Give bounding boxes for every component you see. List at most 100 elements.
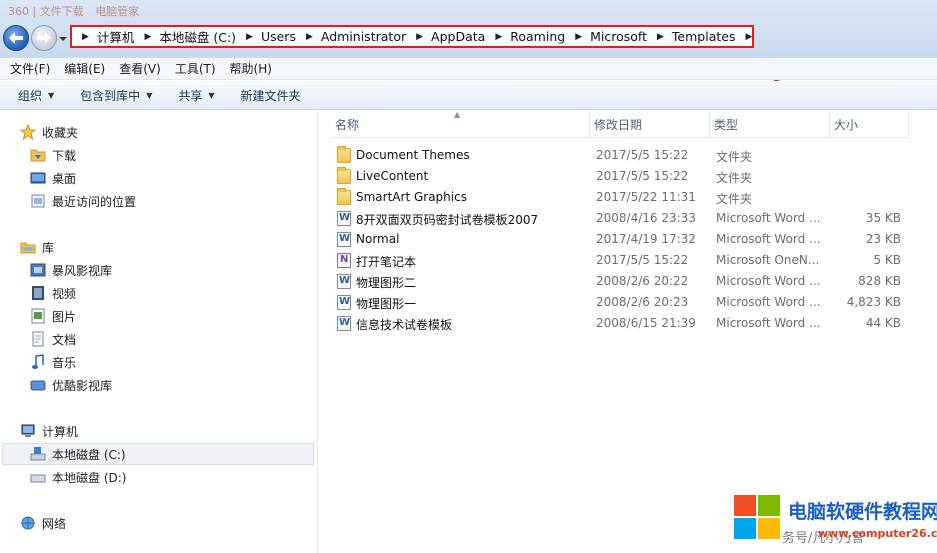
breadcrumb-appdata[interactable]: AppData ▶ [431, 29, 510, 44]
file-row[interactable]: 8开双面双页码密封试卷模板2007 2008/4/16 23:33 Micros… [331, 208, 909, 229]
organize-label: 组织 [18, 88, 43, 103]
breadcrumb-root-arrow[interactable]: ▶ [82, 32, 89, 42]
menu-tools[interactable]: 工具(T) [175, 60, 216, 77]
chevron-down-icon: ▼ [146, 90, 153, 100]
column-label: 大小 [834, 118, 859, 132]
file-row[interactable]: 物理图形一 2008/2/6 20:23 Microsoft Word ... … [331, 292, 909, 313]
file-name: 物理图形一 [356, 297, 417, 311]
breadcrumb-arrow[interactable]: ▶ [416, 32, 423, 42]
nav-videos[interactable]: 视频 [30, 283, 76, 303]
column-size[interactable]: 大小 [830, 111, 909, 138]
window-title: 360 | 文件下载 电脑管家 [8, 3, 147, 19]
file-name: 8开双面双页码密封试卷模板2007 [356, 213, 539, 227]
nav-documents[interactable]: 文档 [30, 329, 76, 349]
nav-label: 优酷影视库 [52, 378, 113, 393]
new-folder-button[interactable]: 新建文件夹 [241, 87, 301, 104]
breadcrumb-arrow[interactable]: ▶ [495, 32, 502, 42]
column-date-modified[interactable]: 修改日期 [590, 111, 710, 138]
file-size: 44 KB [865, 316, 901, 330]
file-name: SmartArt Graphics [356, 190, 467, 204]
menu-file[interactable]: 文件(F) [10, 60, 50, 77]
nav-storm-library[interactable]: 暴风影视库 [30, 260, 112, 280]
forward-button[interactable] [31, 25, 57, 51]
nav-drive-d[interactable]: 本地磁盘 (D:) [30, 467, 126, 487]
file-date: 2017/5/5 15:22 [596, 169, 689, 183]
drive-icon [30, 474, 46, 483]
title-fragment: 360 | 文件下载 [8, 5, 84, 18]
breadcrumb-label: AppData [431, 29, 486, 44]
nav-libraries[interactable]: 库 [20, 237, 54, 257]
file-type: 文件夹 [716, 171, 753, 185]
menu-edit[interactable]: 编辑(E) [64, 60, 105, 77]
nav-computer[interactable]: 计算机 [20, 421, 78, 441]
nav-desktop[interactable]: 桌面 [30, 168, 76, 188]
file-row[interactable]: 物理图形二 2008/2/6 20:22 Microsoft Word ... … [331, 271, 909, 292]
breadcrumb-microsoft[interactable]: Microsoft ▶ [590, 29, 672, 44]
nav-drive-c[interactable]: 本地磁盘 (C:) [30, 444, 126, 464]
share-button[interactable]: 共享 ▼ [178, 87, 214, 104]
breadcrumb-roaming[interactable]: Roaming ▶ [510, 29, 590, 44]
nav-favorites[interactable]: 收藏夹 [20, 122, 78, 142]
system-drive-icon [30, 447, 46, 461]
recent-pages-dropdown[interactable] [58, 33, 68, 43]
nav-label: 音乐 [52, 355, 77, 370]
file-size: 4,823 KB [846, 295, 901, 309]
breadcrumb-label: 计算机 [96, 30, 135, 45]
menu-view[interactable]: 查看(V) [119, 60, 161, 77]
file-type: 文件夹 [716, 150, 753, 164]
file-type: Microsoft Word ... [716, 295, 821, 309]
breadcrumb-arrow[interactable]: ▶ [745, 32, 752, 42]
breadcrumb-label: Users [260, 29, 296, 44]
file-type: Microsoft Word ... [716, 232, 821, 246]
star-icon [20, 124, 36, 140]
breadcrumb-arrow[interactable]: ▶ [306, 32, 313, 42]
download-folder-icon [30, 149, 46, 162]
breadcrumb-administrator[interactable]: Administrator ▶ [321, 29, 431, 44]
desktop-icon [30, 172, 46, 184]
nav-youku-library[interactable]: 优酷影视库 [30, 375, 112, 395]
film-icon [32, 286, 44, 300]
picture-icon [31, 308, 45, 324]
include-library-label: 包含到库中 [80, 88, 141, 103]
nav-downloads[interactable]: 下载 [30, 145, 76, 165]
breadcrumb-computer[interactable]: 计算机 ▶ [97, 27, 159, 46]
file-row[interactable]: SmartArt Graphics 2017/5/22 11:31 文件夹 [331, 187, 909, 208]
address-bar[interactable]: ▶ 计算机 ▶ 本地磁盘 (C:) ▶ Users ▶ Administrator ▶ … [70, 25, 754, 48]
video-library-icon [30, 380, 46, 391]
column-name[interactable]: 名称 [331, 111, 590, 138]
nav-label: 库 [42, 240, 55, 255]
navigation-pane: 收藏夹 下载 桌面 最近访问的位置 库 暴风影视库 视频 图片 文档 音乐 优酷… [0, 111, 318, 553]
word-doc-icon [337, 232, 351, 247]
menu-help[interactable]: 帮助(H) [230, 60, 272, 77]
nav-network[interactable]: 网络 [20, 513, 66, 533]
network-icon [21, 516, 35, 530]
file-type: Microsoft OneN... [716, 253, 820, 267]
nav-recent-places[interactable]: 最近访问的位置 [30, 191, 136, 211]
include-in-library-button[interactable]: 包含到库中 ▼ [80, 87, 152, 104]
organize-button[interactable]: 组织 ▼ [18, 87, 54, 104]
file-row[interactable]: 信息技术试卷模板 2008/6/15 21:39 Microsoft Word … [331, 313, 909, 334]
file-name: 打开笔记本 [356, 255, 417, 269]
file-name: Normal [356, 232, 400, 246]
nav-label: 计算机 [42, 424, 79, 439]
nav-music[interactable]: 音乐 [30, 352, 76, 372]
command-toolbar: 组织 ▼ 包含到库中 ▼ 共享 ▼ 新建文件夹 [0, 81, 937, 110]
library-icon [20, 242, 36, 254]
breadcrumb-arrow[interactable]: ▶ [657, 32, 664, 42]
nav-pictures[interactable]: 图片 [30, 306, 76, 326]
file-row[interactable]: LiveContent 2017/5/5 15:22 文件夹 [331, 166, 909, 187]
breadcrumb-arrow[interactable]: ▶ [575, 32, 582, 42]
breadcrumb-arrow[interactable]: ▶ [246, 32, 253, 42]
file-row[interactable]: 打开笔记本 2017/5/5 15:22 Microsoft OneN... 5… [331, 250, 909, 271]
file-row[interactable]: Document Themes 2017/5/5 15:22 文件夹 [331, 145, 909, 166]
breadcrumb-templates[interactable]: Templates ▶ [672, 29, 760, 44]
breadcrumb-drive-c[interactable]: 本地磁盘 (C:) ▶ [159, 27, 261, 46]
back-button[interactable] [3, 25, 29, 51]
breadcrumb-users[interactable]: Users ▶ [261, 29, 321, 44]
title-fragment: 电脑管家 [95, 5, 140, 18]
music-note-icon [32, 354, 44, 369]
file-row[interactable]: Normal 2017/4/19 17:32 Microsoft Word ..… [331, 229, 909, 250]
column-type[interactable]: 类型 [710, 111, 830, 138]
breadcrumb-arrow[interactable]: ▶ [144, 32, 151, 42]
windows-logo-icon [734, 495, 782, 541]
